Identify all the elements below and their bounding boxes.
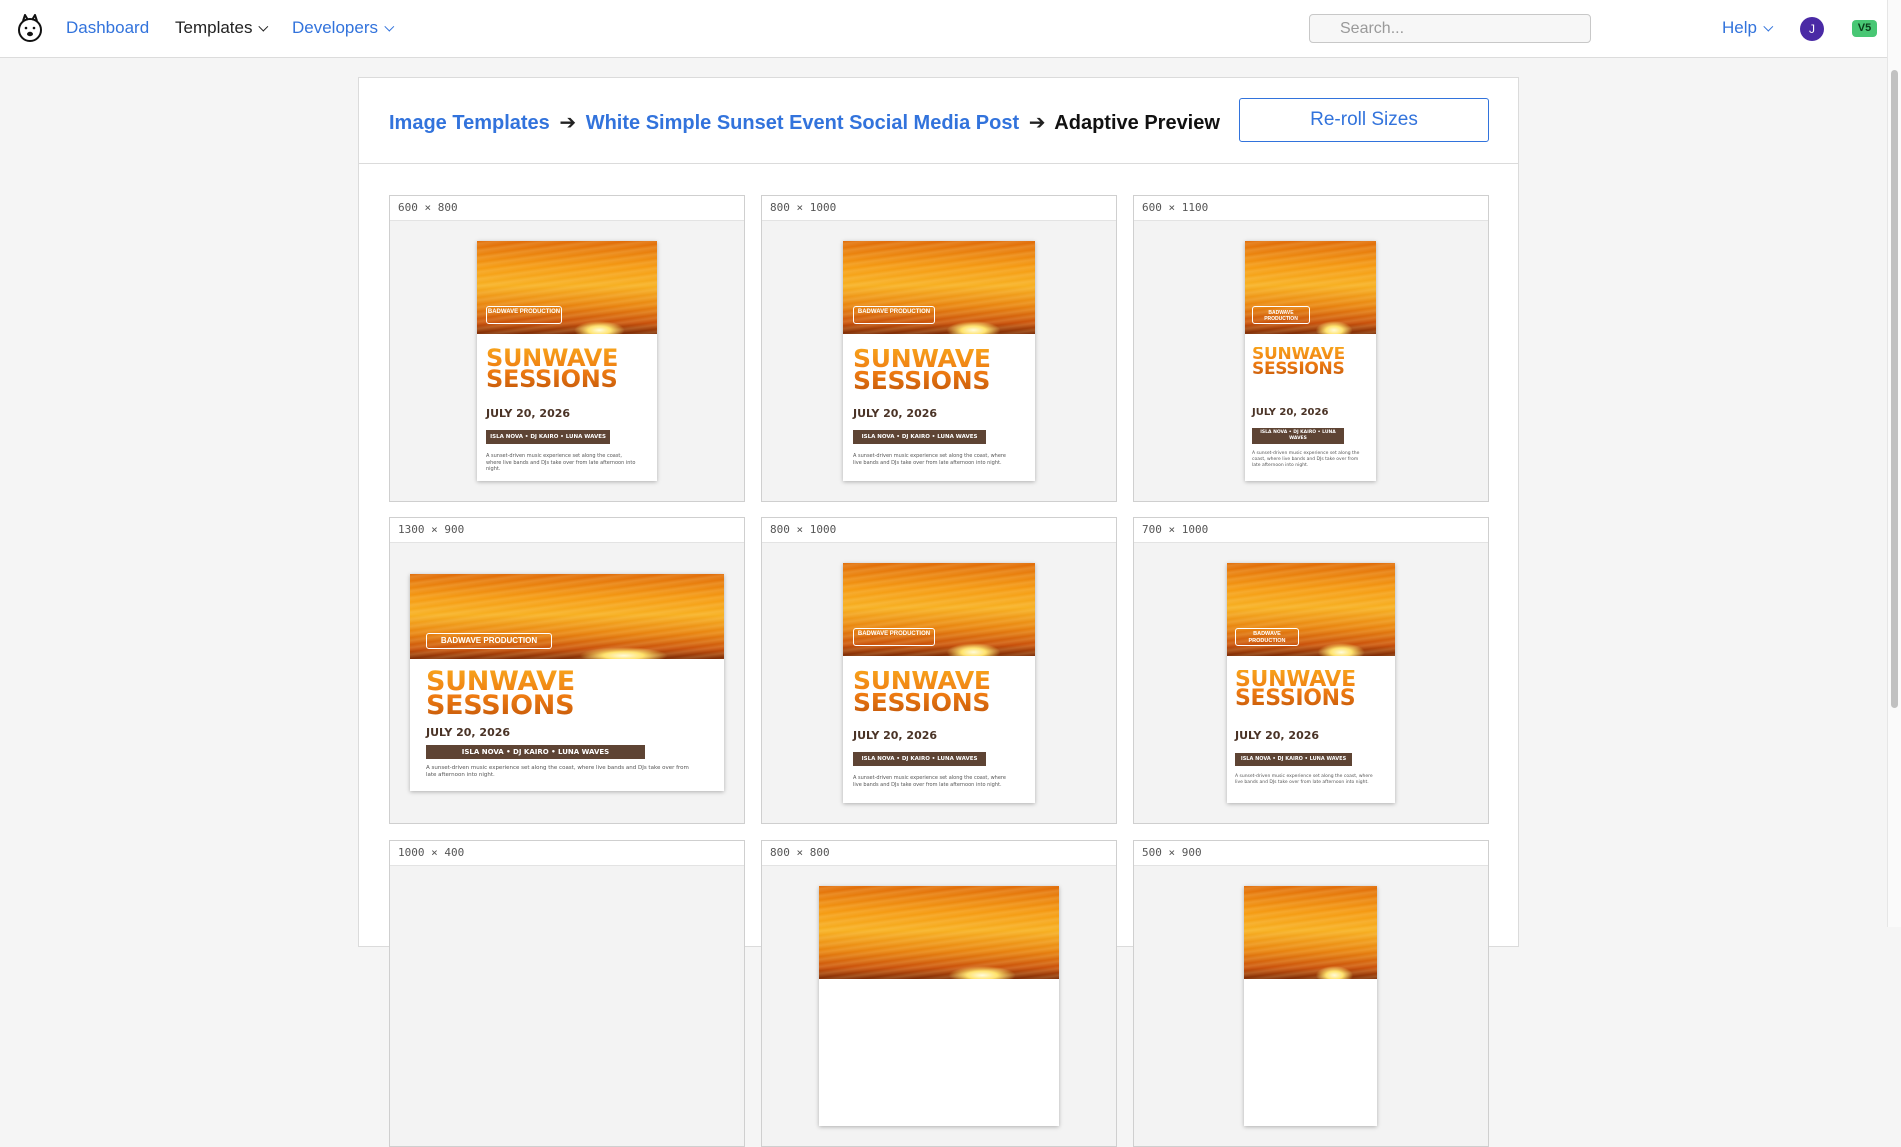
top-navbar: Dashboard Templates Developers Help J V5 — [0, 0, 1887, 58]
bear-logo-icon[interactable] — [14, 12, 46, 44]
nav-help-label: Help — [1722, 18, 1757, 37]
poster-title-line2: SESSIONS — [486, 365, 618, 394]
poster-preview: BADWAVE PRODUCTION SUNWAVE SESSIONS JULY … — [410, 574, 724, 791]
nav-help-menu[interactable]: Help — [1722, 18, 1774, 38]
arrow-right-icon: ➔ — [559, 112, 577, 134]
poster-lineup: ISLA NOVA • DJ KAIRO • LUNA WAVES — [486, 430, 610, 444]
tile-size-label: 800 × 1000 — [762, 196, 1116, 221]
poster-preview: BADWAVE PRODUCTION SUNWAVE SESSIONS JULY … — [477, 241, 657, 481]
tile-size-label: 600 × 800 — [390, 196, 744, 221]
tile-size-label: 1300 × 900 — [390, 518, 744, 543]
breadcrumb-image-templates-link[interactable]: Image Templates — [389, 112, 550, 134]
preview-tile[interactable]: 1000 × 400 — [389, 840, 745, 1147]
tile-size-label: 800 × 1000 — [762, 518, 1116, 543]
chevron-down-icon — [1763, 21, 1774, 32]
tile-size-label: 800 × 800 — [762, 841, 1116, 866]
poster-badge: BADWAVE PRODUCTION — [1252, 306, 1310, 324]
poster-preview: BADWAVE PRODUCTION SUNWAVE SESSIONS JULY … — [1245, 241, 1376, 481]
preview-tile[interactable]: 600 × 1100 BADWAVE PRODUCTION SUNWAVE SES… — [1133, 195, 1489, 502]
poster-date: JULY 20, 2026 — [1252, 407, 1329, 418]
poster-title: SUNWAVE SESSIONS — [853, 670, 991, 714]
poster-title-line2: SESSIONS — [853, 688, 991, 717]
poster-badge: BADWAVE PRODUCTION — [426, 633, 552, 649]
poster-lineup: ISLA NOVA • DJ KAIRO • LUNA WAVES — [1235, 753, 1352, 766]
nav-developers-label: Developers — [292, 18, 378, 37]
poster-preview — [819, 886, 1059, 1126]
poster-title: SUNWAVE SESSIONS — [1235, 670, 1356, 709]
poster-title-line2: SESSIONS — [853, 366, 991, 395]
poster-preview: BADWAVE PRODUCTION SUNWAVE SESSIONS JULY … — [1227, 563, 1395, 803]
poster-badge: BADWAVE PRODUCTION — [1235, 628, 1299, 646]
sunset-image — [819, 886, 1059, 979]
poster-title: SUNWAVE SESSIONS — [486, 348, 618, 390]
preview-tile[interactable]: 500 × 900 — [1133, 840, 1489, 1147]
poster-date: JULY 20, 2026 — [1235, 729, 1320, 742]
version-badge[interactable]: V5 — [1852, 20, 1877, 37]
poster-description: A sunset-driven music experience set alo… — [853, 775, 1006, 788]
preview-tile[interactable]: 700 × 1000 BADWAVE PRODUCTION SUNWAVE SES… — [1133, 517, 1489, 824]
poster-badge: BADWAVE PRODUCTION — [486, 306, 562, 324]
preview-tile[interactable]: 800 × 1000 BADWAVE PRODUCTION SUNWAVE SES… — [761, 195, 1117, 502]
poster-date: JULY 20, 2026 — [853, 407, 938, 420]
poster-badge: BADWAVE PRODUCTION — [853, 628, 935, 646]
poster-lineup: ISLA NOVA • DJ KAIRO • LUNA WAVES — [853, 430, 986, 444]
poster-title: SUNWAVE SESSIONS — [853, 348, 991, 392]
chevron-down-icon — [258, 21, 269, 32]
adaptive-preview-card: Image Templates ➔ White Simple Sunset Ev… — [358, 77, 1519, 1147]
nav-templates-label: Templates — [175, 18, 253, 37]
breadcrumb-current-page: Adaptive Preview — [1054, 112, 1220, 134]
poster-date: JULY 20, 2026 — [853, 729, 938, 742]
tile-size-label: 600 × 1100 — [1134, 196, 1488, 221]
tile-size-label: 500 × 900 — [1134, 841, 1488, 866]
preview-tile[interactable]: 600 × 800 BADWAVE PRODUCTION SUNWAVE SESS… — [389, 195, 745, 502]
poster-title: SUNWAVE SESSIONS — [1252, 347, 1345, 377]
poster-badge: BADWAVE PRODUCTION — [853, 306, 935, 324]
preview-tile[interactable]: 1300 × 900 BADWAVE PRODUCTION SUNWAVE SES… — [389, 517, 745, 824]
poster-title-line2: SESSIONS — [426, 689, 575, 721]
nav-dashboard-link[interactable]: Dashboard — [66, 18, 149, 38]
preview-tile[interactable]: 800 × 1000 BADWAVE PRODUCTION SUNWAVE SES… — [761, 517, 1117, 824]
chevron-down-icon — [384, 21, 395, 32]
poster-title-line2: SESSIONS — [1252, 358, 1345, 379]
user-avatar[interactable]: J — [1800, 17, 1824, 41]
poster-description: A sunset-driven music experience set alo… — [486, 453, 636, 472]
poster-preview: BADWAVE PRODUCTION SUNWAVE SESSIONS JULY … — [843, 241, 1035, 481]
poster-date: JULY 20, 2026 — [426, 726, 511, 739]
poster-date: JULY 20, 2026 — [486, 407, 571, 420]
breadcrumb: Image Templates ➔ White Simple Sunset Ev… — [389, 111, 1220, 135]
nav-developers-menu[interactable]: Developers — [292, 18, 395, 38]
reroll-sizes-button[interactable]: Re-roll Sizes — [1239, 98, 1489, 142]
poster-title-line2: SESSIONS — [1235, 686, 1356, 712]
poster-title: SUNWAVE SESSIONS — [426, 670, 575, 718]
poster-description: A sunset-driven music experience set alo… — [853, 453, 1006, 466]
poster-preview: BADWAVE PRODUCTION SUNWAVE SESSIONS JULY … — [843, 563, 1035, 803]
poster-description: A sunset-driven music experience set alo… — [1252, 451, 1360, 468]
poster-lineup: ISLA NOVA • DJ KAIRO • LUNA WAVES — [426, 745, 645, 759]
poster-preview — [1244, 886, 1377, 1126]
sunset-image — [1244, 886, 1377, 979]
poster-description: A sunset-driven music experience set alo… — [426, 765, 689, 779]
preview-tile[interactable]: 800 × 800 — [761, 840, 1117, 1147]
poster-lineup: ISLA NOVA • DJ KAIRO • LUNA WAVES — [1252, 428, 1344, 444]
tile-size-label: 700 × 1000 — [1134, 518, 1488, 543]
page-scrollbar[interactable] — [1887, 0, 1901, 927]
search-input[interactable] — [1309, 14, 1591, 43]
arrow-right-icon: ➔ — [1028, 112, 1046, 134]
poster-lineup: ISLA NOVA • DJ KAIRO • LUNA WAVES — [853, 752, 986, 766]
poster-description: A sunset-driven music experience set alo… — [1235, 774, 1373, 785]
tile-size-label: 1000 × 400 — [390, 841, 744, 866]
nav-templates-menu[interactable]: Templates — [175, 18, 269, 38]
scrollbar-thumb[interactable] — [1891, 70, 1898, 708]
card-header: Image Templates ➔ White Simple Sunset Ev… — [359, 78, 1518, 164]
breadcrumb-template-link[interactable]: White Simple Sunset Event Social Media P… — [586, 112, 1019, 134]
